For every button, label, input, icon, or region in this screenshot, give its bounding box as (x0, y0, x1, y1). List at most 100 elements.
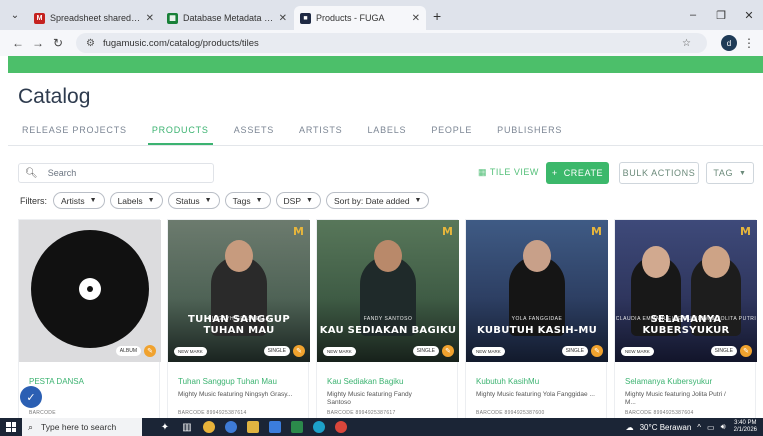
tray-chevron-icon[interactable]: ^ (697, 423, 701, 432)
taskbar-search-placeholder: Type here to search (41, 422, 117, 432)
type-badge: SINGLE (710, 346, 737, 356)
maximize-icon[interactable]: ❐ (707, 0, 735, 30)
tab-publishers[interactable]: PUBLISHERS (493, 121, 566, 145)
search-icon: ⌕ (28, 421, 34, 432)
new-badge: NEW MARK (621, 347, 654, 356)
filter-dsp[interactable]: DSP ▼ (275, 192, 321, 209)
tab-artists[interactable]: ARTISTS (295, 121, 346, 145)
browser-tab-2[interactable]: ■ Products - FUGA ✕ (294, 6, 426, 30)
product-title[interactable]: PESTA DANSA (29, 377, 155, 386)
product-card[interactable]: M CLAUDIA EMMANUELLE DUSILAW & JOLITA PU… (614, 219, 757, 419)
search-input[interactable]: 🔍︎ Search (18, 163, 214, 183)
tab-title: Database Metadata Master INI (183, 13, 275, 23)
app-icon[interactable] (286, 418, 308, 436)
minimize-icon[interactable]: – (679, 0, 707, 30)
product-card[interactable]: M NINGSYH GRASYELLA TUHAN SANGGUP TUHAN … (167, 219, 310, 419)
product-title[interactable]: Tuhan Sanggup Tuhan Mau (178, 377, 304, 386)
tab-products[interactable]: PRODUCTS (147, 121, 213, 145)
product-title[interactable]: Kau Sediakan Bagiku (327, 377, 453, 386)
start-button[interactable] (0, 418, 22, 436)
create-button[interactable]: + CREATE (546, 162, 609, 184)
close-icon[interactable]: ✕ (146, 13, 154, 24)
chrome-icon[interactable] (198, 418, 220, 436)
taskbar-apps: ✦ ▥ (154, 418, 352, 436)
page-title: Catalog (18, 85, 91, 108)
filter-artists[interactable]: Artists ▼ (53, 192, 105, 209)
help-widget-icon[interactable]: ✓ (20, 386, 42, 408)
filter-status[interactable]: Status ▼ (167, 192, 220, 209)
browser-tab-1[interactable]: ▦ Database Metadata Master INI ✕ (161, 6, 293, 30)
edit-pencil-icon[interactable]: ✎ (740, 345, 752, 357)
product-artwork[interactable]: ALBUM ✎ (19, 220, 161, 362)
type-badge: SINGLE (561, 346, 588, 356)
catalog-tabs: RELEASE PROJECTS PRODUCTS ASSETS ARTISTS… (18, 121, 583, 145)
new-badge: NEW MARK (174, 347, 207, 356)
new-badge: NEW MARK (323, 347, 356, 356)
close-icon[interactable]: ✕ (412, 13, 420, 24)
tile-view-button[interactable]: ▦ TILE VIEW (478, 167, 539, 178)
weather-text[interactable]: 30°C Berawan (640, 423, 692, 432)
sort-dropdown[interactable]: Sort by: Date added ▼ (325, 192, 430, 209)
product-barcode: BARCODE 8994925387604 (625, 410, 694, 416)
product-card[interactable]: M YOLA FANGGIDAE KUBUTUH KASIH-MU NEW MA… (465, 219, 608, 419)
product-artwork[interactable]: M YOLA FANGGIDAE KUBUTUH KASIH-MU NEW MA… (466, 220, 608, 362)
catalog-page: Catalog RELEASE PROJECTS PRODUCTS ASSETS… (8, 73, 763, 419)
fuga-icon: ■ (300, 12, 311, 24)
clock[interactable]: 3:40 PM 2/1/2026 (734, 420, 757, 434)
tab-assets[interactable]: ASSETS (230, 121, 278, 145)
edit-pencil-icon[interactable]: ✎ (293, 345, 305, 357)
chrome-profile-icon[interactable] (330, 418, 352, 436)
more-menu-icon[interactable]: ⋮ (743, 36, 755, 50)
product-subtitle: Mighty Music featuring Ningsyh Grasy... (178, 391, 293, 398)
product-artwork[interactable]: M FANDY SANTOSO KAU SEDIAKAN BAGIKU NEW … (317, 220, 459, 362)
create-label: CREATE (563, 168, 604, 178)
reload-icon[interactable]: ↻ (48, 36, 68, 50)
product-artwork[interactable]: M NINGSYH GRASYELLA TUHAN SANGGUP TUHAN … (168, 220, 310, 362)
edit-pencil-icon[interactable]: ✎ (591, 345, 603, 357)
type-badge: SINGLE (412, 346, 439, 356)
close-icon[interactable]: ✕ (279, 13, 287, 24)
product-barcode: BARCODE 8994925387600 (476, 410, 545, 416)
tag-dropdown[interactable]: TAG ▼ (706, 162, 754, 184)
widgets-icon[interactable]: ✦ (154, 418, 176, 436)
close-window-icon[interactable]: ✕ (735, 0, 763, 30)
tab-search-chevron-icon[interactable]: ⌄ (6, 6, 24, 24)
task-view-icon[interactable]: ▥ (176, 418, 198, 436)
product-card[interactable]: M FANDY SANTOSO KAU SEDIAKAN BAGIKU NEW … (316, 219, 459, 419)
search-placeholder: Search (47, 168, 77, 178)
taskbar-search-input[interactable]: ⌕ Type here to search (22, 418, 142, 436)
product-artwork[interactable]: M CLAUDIA EMMANUELLE DUSILAW & JOLITA PU… (615, 220, 757, 362)
type-badge: ALBUM (115, 346, 141, 356)
new-tab-plus-icon[interactable]: + (433, 8, 441, 24)
product-subtitle: Mighty Music featuring Jolita Putri / (625, 391, 726, 398)
network-icon[interactable]: ▭ (707, 423, 715, 432)
profile-avatar[interactable]: d (721, 35, 737, 51)
tab-labels[interactable]: LABELS (364, 121, 411, 145)
filter-labels[interactable]: Labels ▼ (109, 192, 163, 209)
file-explorer-icon[interactable] (242, 418, 264, 436)
product-title[interactable]: Selamanya Kubersyukur (625, 377, 751, 386)
tab-release-projects[interactable]: RELEASE PROJECTS (18, 121, 131, 145)
bulk-actions-button[interactable]: BULK ACTIONS (619, 162, 699, 184)
clock-date: 2/1/2026 (733, 427, 757, 433)
edge-icon[interactable] (308, 418, 330, 436)
product-title[interactable]: Kubutuh KasihMu (476, 377, 602, 386)
tab-people[interactable]: PEOPLE (427, 121, 476, 145)
product-subtitle-line2: M... (625, 399, 636, 406)
bookmark-star-icon[interactable]: ☆ (682, 38, 697, 49)
browser-tab-0[interactable]: M Spreadsheet shared with you: " ✕ (28, 6, 160, 30)
forward-arrow-icon[interactable]: → (28, 36, 48, 50)
edit-pencil-icon[interactable]: ✎ (144, 345, 156, 357)
edit-pencil-icon[interactable]: ✎ (442, 345, 454, 357)
store-icon[interactable] (264, 418, 286, 436)
vinyl-record-icon (31, 230, 149, 348)
tab-title: Spreadsheet shared with you: " (50, 13, 142, 23)
back-arrow-icon[interactable]: ← (8, 36, 28, 50)
product-grid: ALBUM ✎ PESTA DANSA BARCODE M NINGSYH GR… (18, 219, 763, 419)
filter-tags[interactable]: Tags ▼ (224, 192, 271, 209)
url-input[interactable]: ⚙ fugamusic.com/catalog/products/tiles ☆ (76, 33, 707, 53)
site-info-icon[interactable]: ⚙ (86, 38, 95, 49)
tag-label: TAG (713, 168, 734, 178)
volume-icon[interactable]: 🔊︎ (721, 422, 726, 432)
browser-app-icon[interactable] (220, 418, 242, 436)
